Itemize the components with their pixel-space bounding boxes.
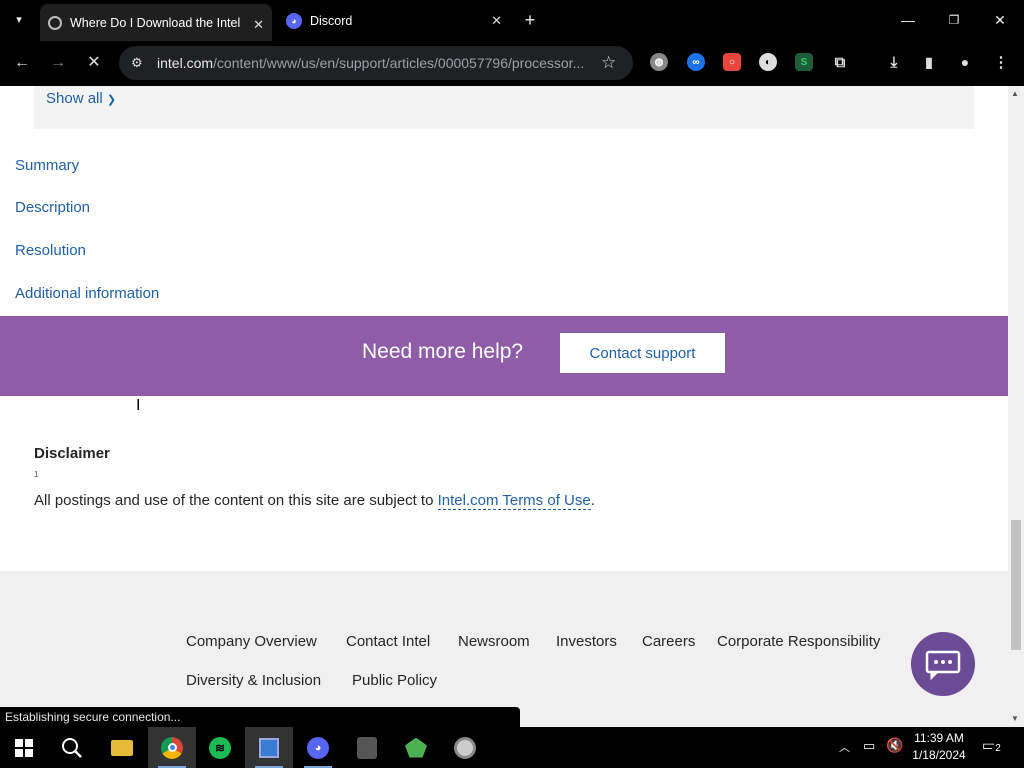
tab-strip: ▾ Where Do I Download the Intel ✕ ◕ Disc… (0, 0, 1024, 41)
bookmark-star-icon[interactable]: ☆ (601, 53, 616, 73)
address-bar[interactable]: ⚙ intel.com/content/www/us/en/support/ar… (119, 46, 633, 80)
menu-kebab-icon[interactable]: ⋮ (992, 53, 1010, 71)
globe-extension-icon[interactable]: ◍ (650, 53, 668, 71)
discord-favicon-icon: ◕ (286, 12, 302, 29)
app-taskbar-button[interactable] (245, 727, 293, 768)
need-help-banner: Need more help? Contact support (0, 316, 1008, 396)
tab-title: Discord (310, 13, 353, 28)
need-help-heading: Need more help? (362, 340, 524, 363)
footer-link-investors[interactable]: Investors (556, 633, 617, 650)
app-icon (259, 737, 279, 758)
discord-taskbar-button[interactable]: ◕ (294, 727, 342, 768)
footer-link-contact-intel[interactable]: Contact Intel (346, 633, 430, 650)
footer-link-public-policy[interactable]: Public Policy (352, 672, 437, 689)
stop-loading-icon[interactable]: ✕ (82, 51, 106, 75)
system-clock[interactable]: 11:39 AM 1/18/2024 (908, 730, 970, 764)
file-explorer-taskbar-button[interactable] (98, 727, 146, 768)
side-panel-icon[interactable]: ▮ (920, 53, 938, 71)
footer-link-corporate-responsibility[interactable]: Corporate Responsibility (717, 633, 880, 650)
site-footer: Company Overview Contact Intel Newsroom … (0, 571, 1008, 727)
game-icon (357, 736, 377, 759)
clock-time: 11:39 AM (914, 731, 964, 745)
url-text[interactable]: intel.com/content/www/us/en/support/arti… (157, 55, 597, 71)
chrome-icon (161, 736, 183, 759)
game-taskbar-button[interactable] (343, 727, 391, 768)
tray-overflow-icon[interactable]: ︿ (839, 739, 850, 755)
footer-link-careers[interactable]: Careers (642, 633, 695, 650)
footer-link-diversity-inclusion[interactable]: Diversity & Inclusion (186, 672, 321, 689)
scroll-down-arrow-icon[interactable]: ▼ (1011, 714, 1019, 723)
vertical-scrollbar[interactable]: ▲ ▼ (1008, 86, 1024, 727)
windows-taskbar: ≋ ◕ ︿ ▭ 🔇 11:39 AM 1/18/2024 ▭ 2 (0, 727, 1024, 768)
site-info-icon[interactable]: ⚙ (131, 55, 143, 71)
search-button[interactable] (48, 727, 96, 768)
contact-support-button[interactable]: Contact support (560, 333, 725, 373)
toc-resolution-link[interactable]: Resolution (15, 242, 86, 259)
notifications-button[interactable]: ▭ 2 (982, 737, 1004, 757)
extensions-puzzle-icon[interactable]: ⧉ (831, 53, 849, 71)
disclaimer-text: All postings and use of the content on t… (34, 492, 595, 510)
footer-link-company-overview[interactable]: Company Overview (186, 633, 317, 650)
record-extension-icon[interactable]: ○ (723, 53, 741, 71)
related-articles-box: Show all ❯ (34, 86, 974, 129)
windows-logo-icon (15, 738, 33, 757)
discord-icon: ◕ (307, 736, 329, 759)
spiral-app-taskbar-button[interactable] (441, 727, 489, 768)
chevron-down-icon: ❯ (106, 94, 117, 106)
forward-icon[interactable]: → (46, 51, 70, 75)
footer-link-newsroom[interactable]: Newsroom (458, 633, 530, 650)
spiral-icon (454, 736, 476, 759)
folder-icon (111, 739, 133, 756)
gem-app-taskbar-button[interactable] (392, 727, 440, 768)
scrollbar-thumb[interactable] (1011, 520, 1021, 650)
minimize-icon[interactable]: — (895, 8, 921, 32)
disclaimer-heading: Disclaimer (34, 445, 110, 462)
gem-icon (405, 737, 427, 758)
show-all-link[interactable]: Show all ❯ (46, 90, 116, 107)
text-cursor-icon: I (136, 397, 141, 414)
toc-description-link[interactable]: Description (15, 199, 90, 216)
chat-bubble-icon (925, 650, 961, 681)
close-tab-icon[interactable]: ✕ (253, 17, 264, 33)
spotify-icon: ≋ (209, 736, 231, 759)
footnote-marker: 1 (34, 470, 39, 479)
loading-favicon-icon (48, 15, 62, 30)
close-window-icon[interactable]: ✕ (987, 8, 1013, 32)
back-icon[interactable]: ← (10, 51, 34, 75)
terms-of-use-link[interactable]: Intel.com Terms of Use (437, 492, 591, 510)
tab-discord[interactable]: ◕ Discord ✕ (278, 0, 510, 41)
start-button[interactable] (0, 727, 48, 768)
notification-count: 2 (992, 743, 1004, 754)
close-tab-icon[interactable]: ✕ (491, 13, 502, 29)
tab-search-icon[interactable]: ▾ (6, 8, 32, 32)
tab-intel[interactable]: Where Do I Download the Intel ✕ (40, 4, 272, 41)
volume-muted-icon[interactable]: 🔇 (886, 737, 903, 754)
new-tab-icon[interactable]: + (517, 8, 543, 32)
tab-title: Where Do I Download the Intel (70, 15, 240, 30)
chat-button[interactable] (911, 632, 975, 696)
circle-extension-icon[interactable]: ◐ (759, 53, 777, 71)
spotify-taskbar-button[interactable]: ≋ (196, 727, 244, 768)
browser-toolbar: ← → ✕ ⚙ intel.com/content/www/us/en/supp… (0, 41, 1024, 86)
search-icon (62, 737, 82, 758)
network-icon[interactable]: ▭ (863, 738, 875, 754)
restore-icon[interactable]: ❐ (941, 8, 967, 32)
toc-additional-information-link[interactable]: Additional information (15, 285, 159, 302)
infinity-extension-icon[interactable]: ∞ (687, 53, 705, 71)
download-icon[interactable]: ⤓ (885, 53, 903, 71)
chrome-taskbar-button[interactable] (148, 727, 196, 768)
page-content: Show all ❯ Summary Description Resolutio… (0, 86, 1008, 727)
profile-icon[interactable]: ● (956, 53, 974, 71)
status-bar: Establishing secure connection... (0, 707, 520, 727)
clock-date: 1/18/2024 (912, 748, 966, 762)
scroll-up-arrow-icon[interactable]: ▲ (1011, 89, 1019, 98)
s-extension-icon[interactable]: S (795, 53, 813, 71)
toc-summary-link[interactable]: Summary (15, 157, 79, 174)
